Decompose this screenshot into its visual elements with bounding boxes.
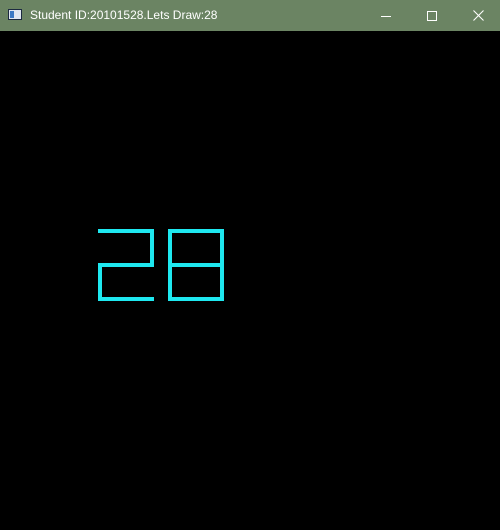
maximize-icon xyxy=(427,10,437,21)
app-window-icon[interactable] xyxy=(8,9,22,20)
digit-two xyxy=(98,229,154,301)
close-button[interactable] xyxy=(455,0,500,31)
app-window: Student ID:20101528.Lets Draw:28 xyxy=(0,0,500,530)
digit-eight xyxy=(168,229,224,301)
minimize-button[interactable] xyxy=(363,0,409,31)
close-icon xyxy=(472,10,484,21)
title-bar[interactable]: Student ID:20101528.Lets Draw:28 xyxy=(0,0,500,31)
maximize-button[interactable] xyxy=(409,0,455,31)
window-title: Student ID:20101528.Lets Draw:28 xyxy=(30,8,218,22)
drawing-canvas[interactable] xyxy=(0,31,500,530)
drawn-number-28 xyxy=(98,229,224,301)
minimize-icon xyxy=(381,15,391,17)
